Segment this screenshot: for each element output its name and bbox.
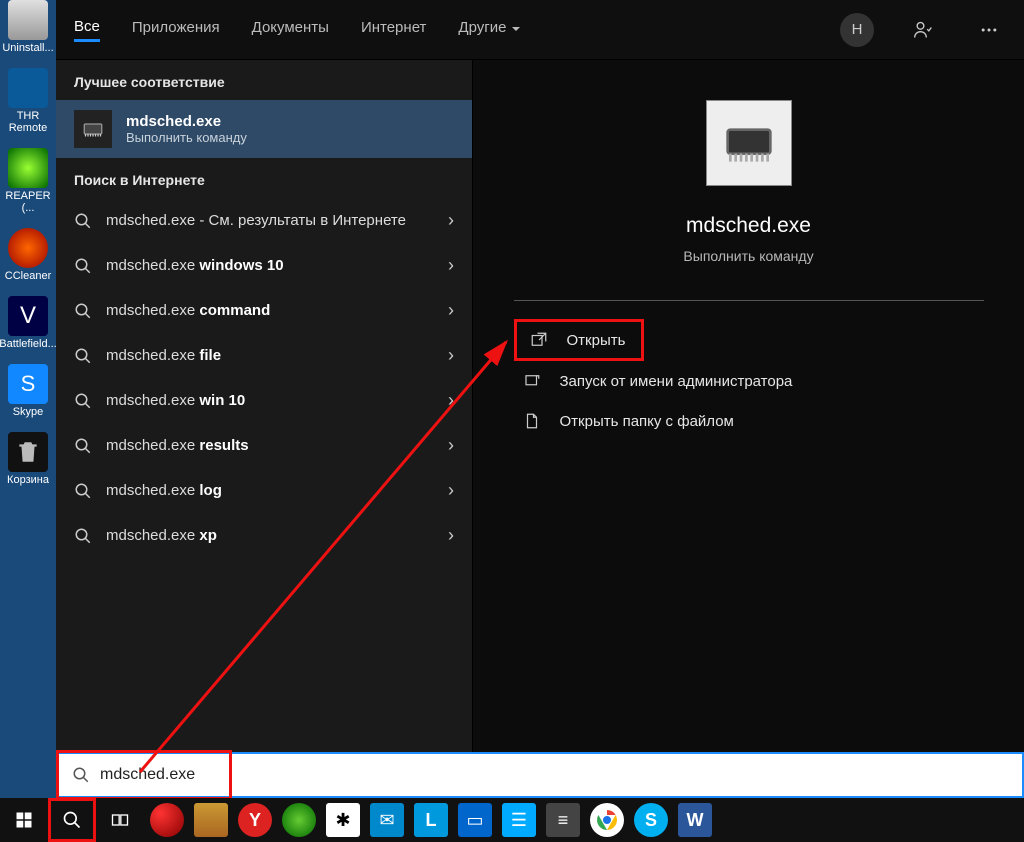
action-open-folder[interactable]: Открыть папку с файлом — [514, 401, 984, 441]
detail-title: mdsched.exe — [686, 214, 811, 238]
best-match-item[interactable]: mdsched.exe Выполнить команду — [56, 100, 472, 158]
taskbar-app[interactable] — [194, 803, 228, 837]
chevron-right-icon: › — [448, 525, 454, 546]
action-label: Открыть — [567, 332, 626, 349]
web-suggestion[interactable]: mdsched.exe file › — [56, 333, 472, 378]
desktop-label: Battlefield... — [0, 338, 57, 350]
desktop-shortcut[interactable]: REAPER (... — [0, 148, 56, 214]
start-search-panel: Все Приложения Документы Интернет Другие… — [56, 0, 1024, 752]
taskbar-app[interactable]: ☰ — [502, 803, 536, 837]
tab-internet[interactable]: Интернет — [361, 19, 426, 40]
web-suggestion[interactable]: mdsched.exe log › — [56, 468, 472, 513]
web-suggestion[interactable]: mdsched.exe - См. результаты в Интернете… — [56, 198, 472, 243]
desktop-shortcut[interactable]: THR Remote — [0, 68, 56, 134]
taskbar-app[interactable]: ✱ — [326, 803, 360, 837]
web-suggestion[interactable]: mdsched.exe win 10 › — [56, 378, 472, 423]
action-run-admin[interactable]: Запуск от имени администратора — [514, 361, 984, 401]
app-icon — [8, 0, 48, 40]
open-icon — [529, 330, 549, 350]
action-label: Запуск от имени администратора — [560, 373, 793, 390]
app-icon: S — [8, 364, 48, 404]
action-open[interactable]: Открыть — [514, 319, 644, 361]
taskbar-app[interactable]: L — [414, 803, 448, 837]
web-suggestion[interactable]: mdsched.exe results › — [56, 423, 472, 468]
chevron-right-icon: › — [448, 300, 454, 321]
web-suggestion[interactable]: mdsched.exe windows 10 › — [56, 243, 472, 288]
taskbar-app-word[interactable]: W — [678, 803, 712, 837]
search-input[interactable] — [100, 766, 1008, 784]
section-best-match: Лучшее соответствие — [56, 60, 472, 100]
web-suggestion[interactable]: mdsched.exe command › — [56, 288, 472, 333]
search-tabs: Все Приложения Документы Интернет Другие… — [56, 0, 1024, 60]
tab-apps[interactable]: Приложения — [132, 19, 220, 40]
chevron-right-icon: › — [448, 255, 454, 276]
chevron-right-icon: › — [448, 435, 454, 456]
desktop-label: Корзина — [7, 474, 49, 486]
user-avatar[interactable]: Н — [840, 13, 874, 47]
divider — [514, 300, 984, 301]
search-icon — [74, 482, 92, 500]
taskbar-app-mail[interactable]: ✉ — [370, 803, 404, 837]
task-view-button[interactable] — [96, 798, 144, 842]
start-button[interactable] — [0, 798, 48, 842]
action-label: Открыть папку с файлом — [560, 413, 734, 430]
app-icon — [8, 148, 48, 188]
taskbar: Y ✱ ✉ L ▭ ☰ ≡ S W — [0, 798, 1024, 842]
taskbar-app[interactable] — [282, 803, 316, 837]
chip-icon — [74, 110, 112, 148]
search-input-bar[interactable] — [56, 752, 1024, 798]
app-icon — [8, 68, 48, 108]
search-icon — [74, 302, 92, 320]
detail-subtitle: Выполнить команду — [683, 248, 813, 264]
desktop-label: Skype — [13, 406, 44, 418]
taskbar-app-chrome[interactable] — [590, 803, 624, 837]
taskbar-app-yandex[interactable]: Y — [238, 803, 272, 837]
desktop-shortcut[interactable]: CCleaner — [0, 228, 56, 282]
desktop-label: THR Remote — [0, 110, 56, 134]
desktop-icons-column: Uninstall... THR Remote REAPER (... CCle… — [0, 0, 56, 752]
desktop-shortcut[interactable]: Uninstall... — [0, 0, 56, 54]
desktop-shortcut[interactable]: V Battlefield... — [0, 296, 56, 350]
desktop-label: Uninstall... — [2, 42, 53, 54]
desktop-shortcut[interactable]: Корзина — [0, 432, 56, 486]
web-suggestion[interactable]: mdsched.exe xp › — [56, 513, 472, 558]
taskbar-app[interactable]: ≡ — [546, 803, 580, 837]
taskbar-search-button[interactable] — [48, 798, 96, 842]
search-icon — [74, 527, 92, 545]
result-detail-pane: mdsched.exe Выполнить команду Открыть За… — [472, 60, 1024, 752]
app-icon: V — [8, 296, 48, 336]
desktop-label: REAPER (... — [0, 190, 56, 214]
search-icon — [74, 437, 92, 455]
more-icon[interactable] — [972, 13, 1006, 47]
app-icon — [8, 228, 48, 268]
desktop-label: CCleaner — [5, 270, 51, 282]
tab-all[interactable]: Все — [74, 18, 100, 42]
best-match-subtitle: Выполнить команду — [126, 130, 247, 145]
section-web-search: Поиск в Интернете — [56, 158, 472, 198]
taskbar-app-opera[interactable] — [150, 803, 184, 837]
best-match-title: mdsched.exe — [126, 113, 247, 130]
recycle-bin-icon — [8, 432, 48, 472]
search-icon — [72, 766, 90, 784]
desktop-shortcut[interactable]: S Skype — [0, 364, 56, 418]
feedback-icon[interactable] — [906, 13, 940, 47]
search-icon — [74, 392, 92, 410]
chevron-right-icon: › — [448, 390, 454, 411]
tab-other[interactable]: Другие — [458, 19, 520, 40]
chevron-right-icon: › — [448, 345, 454, 366]
search-icon — [74, 212, 92, 230]
chevron-right-icon: › — [448, 480, 454, 501]
taskbar-app-skype[interactable]: S — [634, 803, 668, 837]
shield-icon — [522, 371, 542, 391]
chevron-right-icon: › — [448, 210, 454, 231]
taskbar-app[interactable]: ▭ — [458, 803, 492, 837]
search-icon — [74, 257, 92, 275]
tab-documents[interactable]: Документы — [252, 19, 329, 40]
chip-icon — [706, 100, 792, 186]
search-icon — [74, 347, 92, 365]
results-list: Лучшее соответствие mdsched.exe Выполнит… — [56, 60, 472, 752]
folder-icon — [522, 411, 542, 431]
